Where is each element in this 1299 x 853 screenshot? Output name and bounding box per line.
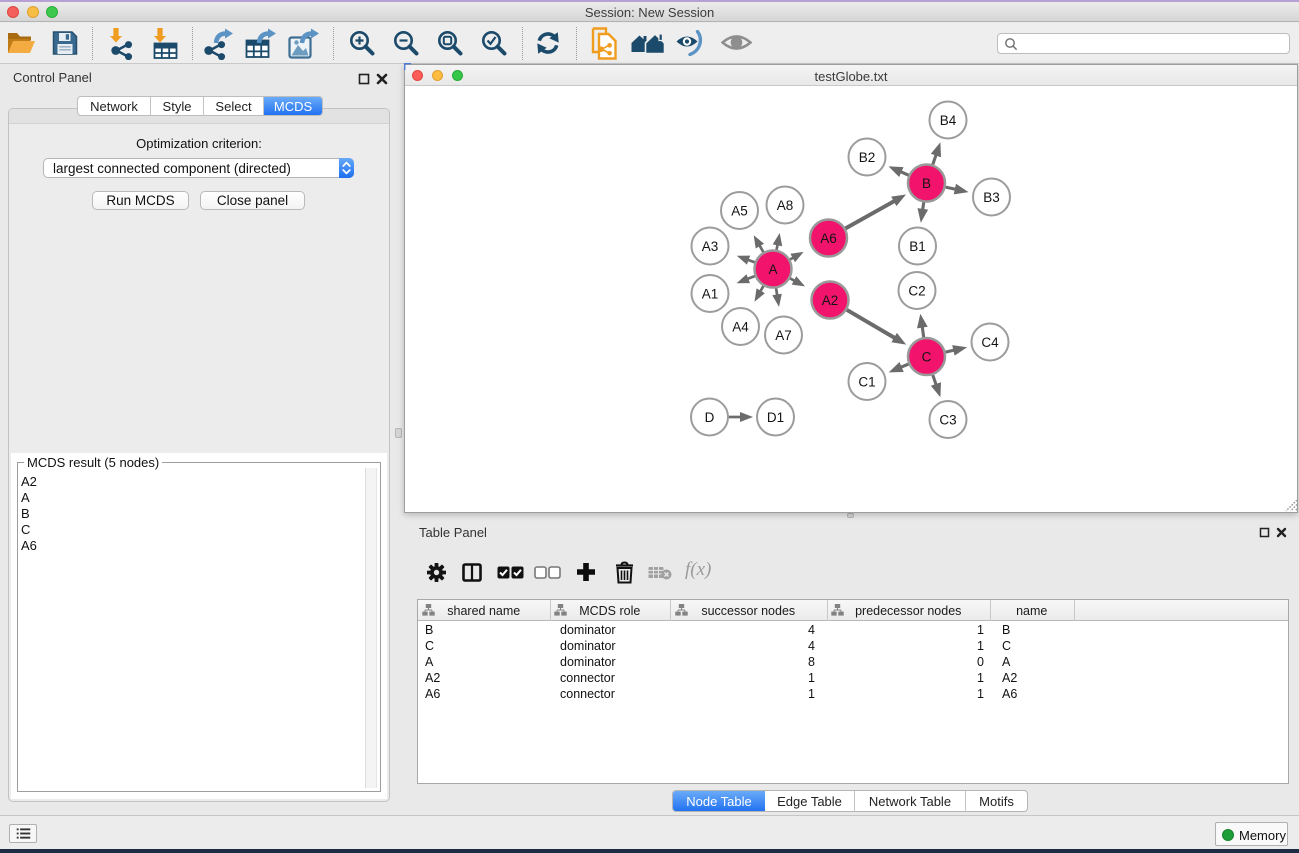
- svg-text:D1: D1: [767, 410, 784, 425]
- svg-text:B4: B4: [940, 113, 957, 128]
- svg-text:D: D: [705, 410, 715, 425]
- svg-text:B1: B1: [909, 239, 926, 254]
- svg-text:C3: C3: [939, 412, 956, 427]
- svg-text:A6: A6: [820, 231, 837, 246]
- svg-text:C: C: [922, 349, 932, 364]
- svg-text:A2: A2: [822, 293, 839, 308]
- svg-text:A5: A5: [731, 203, 748, 218]
- svg-text:A8: A8: [777, 198, 794, 213]
- svg-text:B3: B3: [983, 190, 1000, 205]
- svg-text:C1: C1: [858, 374, 875, 389]
- svg-text:A4: A4: [732, 319, 749, 334]
- svg-text:B: B: [922, 176, 931, 191]
- svg-text:A1: A1: [702, 286, 719, 301]
- svg-text:A3: A3: [702, 239, 719, 254]
- svg-text:A7: A7: [775, 328, 792, 343]
- svg-text:C2: C2: [908, 283, 925, 298]
- svg-text:B2: B2: [859, 150, 876, 165]
- svg-text:C4: C4: [981, 335, 999, 350]
- svg-text:A: A: [768, 262, 777, 277]
